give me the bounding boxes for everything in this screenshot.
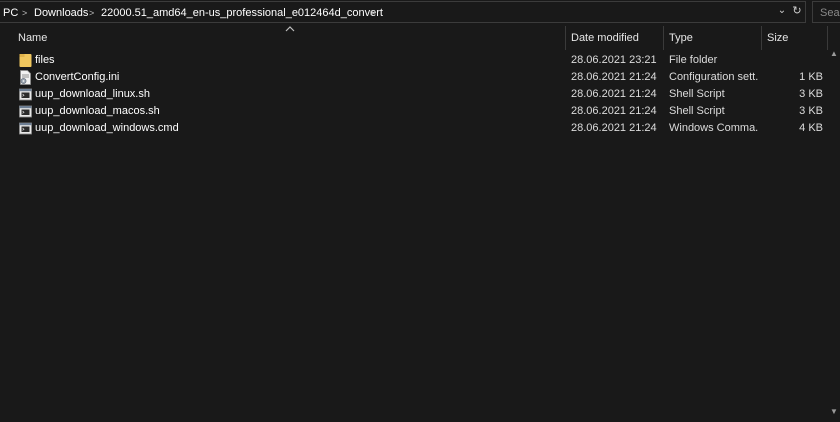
file-size — [767, 52, 823, 69]
column-header: Name Date modified Type Size — [0, 26, 840, 50]
file-explorer-window: PC > Downloads > 22000.51_amd64_en-us_pr… — [0, 0, 840, 422]
file-row-files[interactable]: files 28.06.2021 23:21 File folder — [0, 52, 828, 69]
file-type: Configuration sett... — [669, 71, 759, 83]
file-date: 28.06.2021 21:24 — [571, 71, 657, 83]
scroll-down-icon[interactable]: ▼ — [828, 406, 840, 418]
column-header-name[interactable]: Name — [18, 26, 47, 50]
chevron-right-icon[interactable]: > — [370, 6, 375, 20]
file-size: 3 KB — [799, 88, 823, 100]
file-name: ConvertConfig.ini — [35, 71, 120, 83]
file-name: files — [35, 54, 55, 66]
file-row-windows-script[interactable]: uup_download_windows.cmd 28.06.2021 21:2… — [0, 120, 828, 137]
script-file-icon — [19, 88, 32, 101]
column-header-date[interactable]: Date modified — [571, 26, 639, 50]
column-divider[interactable] — [663, 26, 664, 50]
column-header-size[interactable]: Size — [767, 26, 788, 50]
file-type: Shell Script — [669, 105, 725, 117]
folder-icon — [19, 54, 32, 67]
file-type: File folder — [669, 54, 718, 66]
config-file-icon — [20, 70, 31, 85]
file-row-linux-script[interactable]: uup_download_linux.sh 28.06.2021 21:24 S… — [0, 86, 828, 103]
file-row-macos-script[interactable]: uup_download_macos.sh 28.06.2021 21:24 S… — [0, 103, 828, 120]
scroll-up-icon[interactable]: ▲ — [828, 48, 840, 60]
search-placeholder: Searc — [820, 7, 840, 19]
chevron-right-icon[interactable]: > — [22, 6, 27, 20]
chevron-right-icon[interactable]: > — [89, 6, 94, 20]
file-date: 28.06.2021 21:24 — [571, 105, 657, 117]
sort-ascending-icon[interactable] — [285, 26, 295, 32]
file-name: uup_download_macos.sh — [35, 105, 160, 117]
file-type: Shell Script — [669, 88, 725, 100]
breadcrumb-downloads[interactable]: Downloads — [34, 6, 88, 20]
address-bar: PC > Downloads > 22000.51_amd64_en-us_pr… — [0, 0, 840, 25]
file-name: uup_download_linux.sh — [35, 88, 150, 100]
breadcrumb-pc[interactable]: PC — [3, 6, 18, 20]
file-date: 28.06.2021 21:24 — [571, 88, 657, 100]
file-type: Windows Comma... — [669, 122, 759, 134]
column-divider[interactable] — [761, 26, 762, 50]
script-file-icon — [19, 105, 32, 118]
column-header-type[interactable]: Type — [669, 26, 693, 50]
file-date: 28.06.2021 21:24 — [571, 122, 657, 134]
file-name: uup_download_windows.cmd — [35, 122, 179, 134]
column-divider[interactable] — [565, 26, 566, 50]
file-date: 28.06.2021 23:21 — [571, 54, 657, 66]
search-input[interactable]: Searc — [812, 1, 840, 23]
script-file-icon — [19, 122, 32, 135]
file-row-convertconfig[interactable]: ConvertConfig.ini 28.06.2021 21:24 Confi… — [0, 69, 828, 86]
chevron-down-icon[interactable]: ⌄ — [776, 4, 788, 18]
vertical-scrollbar[interactable]: ▲ ▼ — [828, 26, 840, 422]
address-field[interactable]: PC > Downloads > 22000.51_amd64_en-us_pr… — [0, 1, 806, 23]
breadcrumb-current-folder[interactable]: 22000.51_amd64_en-us_professional_e01246… — [101, 6, 383, 20]
refresh-icon[interactable]: ↻ — [790, 4, 804, 18]
file-size: 1 KB — [799, 71, 823, 83]
file-size: 4 KB — [799, 122, 823, 134]
file-size: 3 KB — [799, 105, 823, 117]
